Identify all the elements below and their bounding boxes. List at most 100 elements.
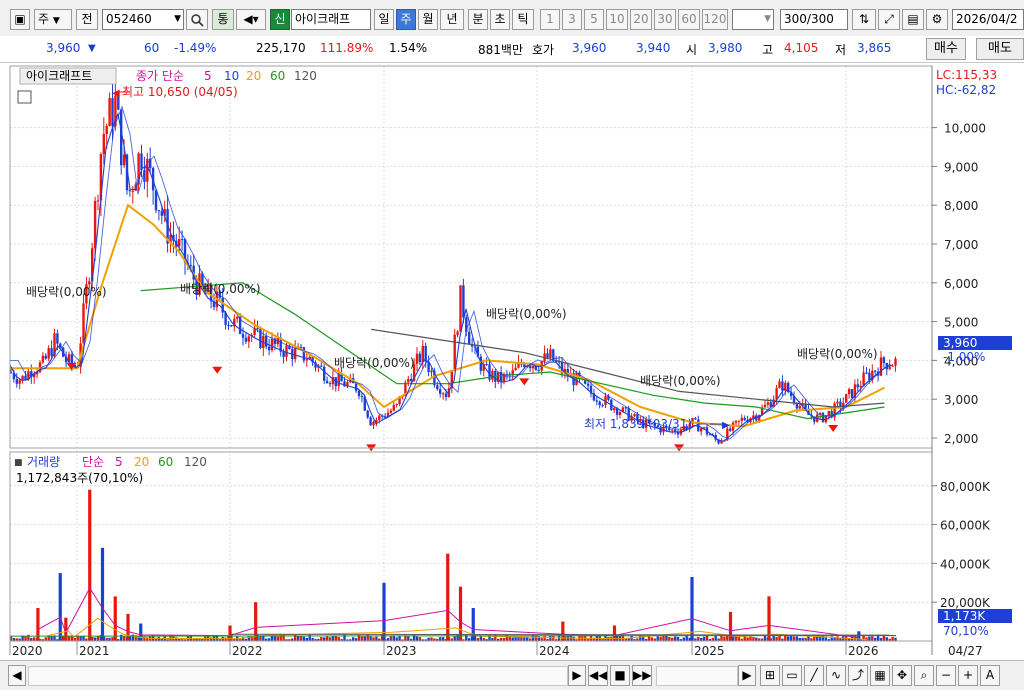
legend-ma10: 10 — [224, 69, 239, 83]
interval-20[interactable]: 20 — [630, 9, 652, 30]
volume-bar — [175, 637, 178, 641]
table-icon[interactable] — [17, 90, 32, 104]
layout-icon[interactable]: ⊞ — [760, 665, 780, 686]
compare-icon[interactable]: ⇅ — [852, 9, 876, 30]
candle-body — [894, 358, 897, 366]
trend-icon[interactable]: ⤴ — [848, 665, 868, 686]
save-icon[interactable]: ▤ — [902, 9, 924, 30]
menu-icon[interactable]: ▣ — [10, 9, 30, 30]
grid-icon[interactable]: ▦ — [870, 665, 890, 686]
price-tick-label: 7,000 — [944, 238, 978, 252]
volume-bar — [375, 636, 378, 641]
volume-bar — [572, 636, 575, 641]
interval-120[interactable]: 120 — [702, 9, 728, 30]
interval-60[interactable]: 60 — [678, 9, 700, 30]
volume-bar — [70, 636, 74, 641]
candle-body — [618, 412, 622, 415]
tab-period-tick[interactable]: 틱 — [512, 9, 534, 30]
crosshair-icon[interactable]: ⤢ — [878, 9, 900, 30]
interval-3[interactable]: 3 — [562, 9, 582, 30]
cursor-icon[interactable]: ✥ — [892, 665, 912, 686]
sell-button[interactable]: 매도 — [976, 38, 1024, 60]
wave-icon[interactable]: ∿ — [826, 665, 846, 686]
zoom-icon[interactable]: ⌕ — [914, 665, 934, 686]
volume-bar — [407, 636, 410, 641]
slider-right-icon[interactable]: ▶ — [738, 665, 756, 686]
volume-bar — [91, 636, 94, 641]
candle-body — [888, 366, 891, 370]
candle-body — [456, 331, 459, 335]
hc-value: HC:-62,82 — [936, 83, 996, 97]
dividend-label-2020: 배당락(0,00%) — [26, 285, 107, 299]
stock-all-button[interactable]: 전 — [76, 9, 98, 30]
x-tick-label: 2026 — [848, 644, 879, 658]
font-size-icon[interactable]: A — [980, 665, 1000, 686]
vol-legend-ma120: 120 — [184, 455, 207, 469]
scroll-left-icon[interactable]: ◀ — [8, 665, 26, 686]
tool-icon[interactable]: ╱ — [804, 665, 824, 686]
x-tick-label: 2020 — [12, 644, 43, 658]
candle-body — [850, 389, 854, 398]
high-label: 고 — [762, 43, 774, 57]
price-panel-frame — [9, 65, 933, 449]
interval-5[interactable]: 5 — [584, 9, 604, 30]
volume-bar — [111, 637, 114, 641]
window-icon[interactable]: ▭ — [782, 665, 802, 686]
chevron-down-icon[interactable]: ▼ — [764, 10, 771, 29]
horizontal-scrollbar[interactable] — [28, 666, 568, 686]
interval-30[interactable]: 30 — [654, 9, 676, 30]
interval-custom-input[interactable]: ▼ — [732, 9, 774, 30]
current-price-tag: 3,960 — [943, 336, 977, 350]
date-input[interactable]: 2026/04/2 — [952, 9, 1024, 30]
stock-chart[interactable]: 2,0003,0004,0005,0006,0007,0008,0009,000… — [0, 62, 1024, 660]
scroll-right-icon[interactable]: ▶ — [568, 665, 586, 686]
interval-10[interactable]: 10 — [606, 9, 628, 30]
volume-bar — [731, 636, 735, 641]
volume-spike — [113, 596, 117, 641]
rewind-icon[interactable]: ◀◀ — [588, 665, 608, 686]
candle-body — [102, 134, 105, 155]
volume-bar — [299, 635, 303, 641]
dividend-label-2024: 배당락(0,00%) — [640, 374, 721, 388]
volume-bars — [9, 489, 897, 641]
volume-ma60-line — [9, 635, 897, 637]
speed-slider[interactable] — [656, 666, 738, 686]
zoom-out-icon[interactable]: − — [936, 665, 956, 686]
tab-period-week[interactable]: 주 — [396, 9, 416, 30]
interval-1[interactable]: 1 — [540, 9, 560, 30]
theme-button[interactable]: 통 — [212, 9, 234, 30]
dividend-marker — [212, 366, 223, 374]
buy-button[interactable]: 매수 — [926, 38, 966, 60]
candle-body — [798, 405, 801, 409]
tab-period-day[interactable]: 일 — [374, 9, 394, 30]
candle-body — [845, 394, 848, 403]
tab-period-second[interactable]: 초 — [490, 9, 510, 30]
tab-period-minute[interactable]: 분 — [468, 9, 488, 30]
candle-body — [407, 378, 410, 383]
zoom-in-icon[interactable]: + — [958, 665, 978, 686]
down-arrow-icon: ▼ — [88, 43, 96, 54]
volume-bar — [323, 637, 326, 641]
tab-period-year[interactable]: 년 — [440, 9, 464, 30]
volume-spike — [58, 573, 62, 641]
count-input[interactable]: 300/300 — [780, 9, 848, 30]
candle-body — [694, 417, 697, 420]
tab-period-month[interactable]: 월 — [418, 9, 438, 30]
chevron-down-icon[interactable]: ▼ — [174, 10, 181, 29]
volume-bar — [259, 636, 262, 641]
fast-forward-icon[interactable]: ▶▶ — [632, 665, 652, 686]
candle-body — [105, 125, 108, 135]
volume-legend-prefix: 단순 — [82, 455, 104, 469]
search-icon[interactable] — [186, 9, 208, 30]
stop-icon[interactable]: ■ — [610, 665, 630, 686]
candle-body — [395, 404, 398, 406]
speaker-icon[interactable]: ◀▾ — [236, 9, 266, 30]
volume-spike — [88, 489, 92, 641]
stock-code-input[interactable]: 052460 ▼ — [102, 9, 184, 30]
gear-icon[interactable]: ⚙ — [926, 9, 948, 30]
candle-body — [256, 328, 259, 330]
volume-bar — [395, 637, 398, 641]
price-candles — [9, 77, 897, 445]
volume-bar — [337, 636, 340, 641]
stock-type-select[interactable]: 주 ▼ — [34, 9, 72, 30]
